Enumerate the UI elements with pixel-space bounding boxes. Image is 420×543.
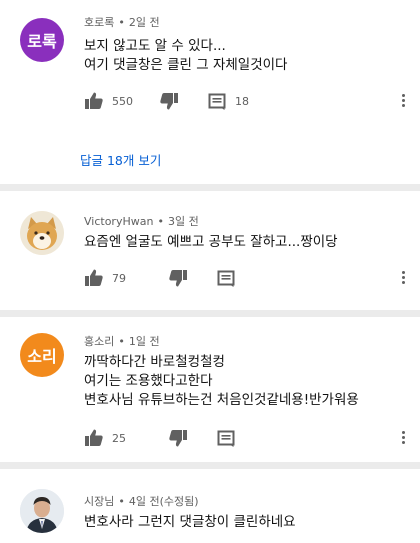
comment-actions: 79: [84, 267, 236, 289]
like-count: 79: [112, 271, 126, 285]
comment-line: 보지 않고도 알 수 있다...: [84, 38, 226, 54]
comment-line: 변호사님 유튜브하는건 처음인것같네용!반가워용: [84, 392, 359, 408]
timestamp[interactable]: 4일 전(수정됨): [129, 495, 199, 508]
comment-2: VictoryHwan • 3일 전 요즘엔 얼굴도 예쁘고 공부도 잘하고...짱…: [0, 191, 420, 310]
comment-actions: 25: [84, 427, 236, 449]
man-in-suit-icon: [20, 489, 64, 533]
comment-line: 변호사라 그런지 댓글창이 클린하네요: [84, 514, 296, 530]
more-options-icon[interactable]: [402, 269, 406, 286]
reply-icon[interactable]: [216, 428, 236, 448]
avatar[interactable]: 소리: [20, 333, 64, 377]
view-replies-link[interactable]: 답글 18개 보기: [80, 150, 161, 169]
meta-separator: •: [118, 16, 125, 29]
timestamp[interactable]: 2일 전: [129, 16, 160, 29]
thumbs-down-icon[interactable]: [168, 268, 188, 288]
author-name[interactable]: 홍소리: [84, 335, 114, 348]
avatar[interactable]: 로록: [20, 18, 64, 62]
comment-meta: VictoryHwan • 3일 전: [84, 213, 199, 229]
avatar[interactable]: [20, 211, 64, 255]
comment-line: 여기는 조용했다고한다: [84, 373, 213, 389]
thumbs-down-icon[interactable]: [159, 91, 179, 111]
shiba-dog-icon: [20, 211, 64, 255]
more-options-icon[interactable]: [402, 92, 406, 109]
avatar-initials: 소리: [27, 347, 57, 366]
comment-line: 요즘엔 얼굴도 예쁘고 공부도 잘하고...짱이당: [84, 234, 338, 250]
avatar-initials: 로록: [27, 32, 57, 51]
comment-3: 소리 홍소리 • 1일 전 까딱하다간 바로철컹철컹 여기는 조용했다고한다 변호사…: [0, 317, 420, 462]
avatar[interactable]: [20, 489, 64, 533]
like-count: 25: [112, 431, 126, 445]
thumbs-down-icon[interactable]: [168, 428, 188, 448]
thumbs-up-icon[interactable]: [84, 428, 104, 448]
comment-actions: 550 18: [84, 90, 249, 112]
author-name[interactable]: VictoryHwan: [84, 215, 153, 228]
section-divider: [0, 462, 420, 469]
comment-text: 요즘엔 얼굴도 예쁘고 공부도 잘하고...짱이당: [84, 233, 338, 252]
reply-icon[interactable]: [216, 268, 236, 288]
comment-line: 까딱하다간 바로철컹철컹: [84, 354, 225, 370]
meta-separator: •: [118, 495, 125, 508]
timestamp[interactable]: 1일 전: [129, 335, 160, 348]
like-count: 550: [112, 94, 133, 108]
thumbs-up-icon[interactable]: [84, 268, 104, 288]
meta-separator: •: [157, 215, 164, 228]
section-divider: [0, 184, 420, 191]
author-name[interactable]: 호로록: [84, 16, 114, 29]
comment-meta: 시장님 • 4일 전(수정됨): [84, 493, 199, 509]
comment-line: 여기 댓글창은 클린 그 자체일것이다: [84, 57, 288, 73]
comment-meta: 홍소리 • 1일 전: [84, 333, 160, 349]
comment-1: 로록 호로록 • 2일 전 보지 않고도 알 수 있다... 여기 댓글창은 클린 …: [0, 0, 420, 184]
comment-meta: 호로록 • 2일 전: [84, 14, 160, 30]
more-options-icon[interactable]: [402, 429, 406, 446]
comment-text: 까딱하다간 바로철컹철컹 여기는 조용했다고한다 변호사님 유튜브하는건 처음인…: [84, 353, 359, 410]
meta-separator: •: [118, 335, 125, 348]
reply-icon[interactable]: [207, 91, 227, 111]
timestamp[interactable]: 3일 전: [168, 215, 199, 228]
author-name[interactable]: 시장님: [84, 495, 114, 508]
section-divider: [0, 310, 420, 317]
comment-4: 시장님 • 4일 전(수정됨) 변호사라 그런지 댓글창이 클린하네요: [0, 469, 420, 543]
comment-text: 보지 않고도 알 수 있다... 여기 댓글창은 클린 그 자체일것이다: [84, 37, 287, 75]
thumbs-up-icon[interactable]: [84, 91, 104, 111]
reply-count: 18: [235, 94, 249, 108]
comment-text: 변호사라 그런지 댓글창이 클린하네요: [84, 513, 296, 532]
